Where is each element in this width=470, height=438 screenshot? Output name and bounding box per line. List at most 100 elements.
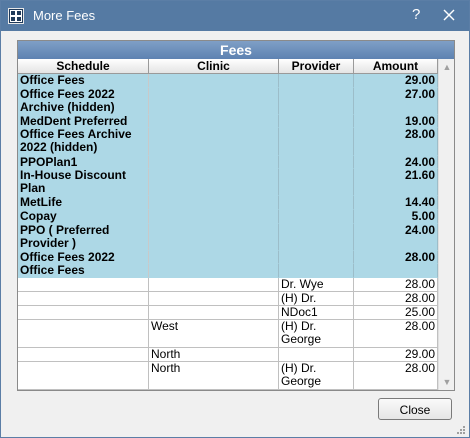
fee-schedule-row[interactable]: Office Fees xyxy=(18,264,438,278)
fee-detail-row[interactable]: West (H) Dr. George 28.00 xyxy=(18,320,438,348)
cell-amount: 28.00 xyxy=(354,128,438,156)
help-button[interactable]: ? xyxy=(412,6,420,23)
cell-amount: 19.00 xyxy=(354,114,438,129)
fee-detail-row[interactable]: (H) Dr. Jones28.00 xyxy=(18,292,438,307)
fees-grid[interactable]: Fees Schedule Clinic Provider Amount Off… xyxy=(17,40,455,391)
cell-schedule: MedDent Preferred xyxy=(18,114,149,129)
cell-amount: 29.00 xyxy=(354,347,438,362)
title-bar[interactable]: More Fees ? xyxy=(1,1,469,31)
cell-provider: Dr. Wye xyxy=(279,277,354,292)
fee-detail-row[interactable]: North 29.00 xyxy=(18,347,438,362)
cell-clinic xyxy=(149,74,279,88)
cell-provider xyxy=(279,114,354,129)
cell-clinic xyxy=(149,169,279,197)
fee-schedule-row[interactable]: MedDent Preferred 19.00 xyxy=(18,114,438,129)
cell-clinic xyxy=(149,306,279,321)
cell-clinic xyxy=(149,87,279,115)
cell-schedule: PPO ( Preferred Provider ) xyxy=(18,223,149,251)
cell-schedule xyxy=(18,292,149,307)
cell-provider xyxy=(279,250,354,265)
cell-amount xyxy=(354,264,438,278)
close-button[interactable]: Close xyxy=(378,398,452,420)
cell-schedule xyxy=(18,277,149,292)
cell-clinic: North xyxy=(149,347,279,362)
scroll-up-arrow-icon[interactable]: ▲ xyxy=(439,59,454,75)
cell-schedule: In-House Discount Plan xyxy=(18,169,149,197)
fee-schedule-row[interactable]: Office Fees Archive 2022 (hidden) 28.00 xyxy=(18,128,438,156)
cell-provider: NDoc1 xyxy=(279,306,354,321)
cell-schedule xyxy=(18,320,149,348)
scroll-down-arrow-icon[interactable]: ▼ xyxy=(439,374,454,390)
cell-clinic xyxy=(149,292,279,307)
cell-schedule xyxy=(18,361,149,390)
fee-schedule-row[interactable]: In-House Discount Plan 21.60 xyxy=(18,169,438,197)
grid-title: Fees xyxy=(18,41,454,59)
cell-provider xyxy=(279,128,354,156)
cell-schedule xyxy=(18,306,149,321)
cell-provider: (H) Dr. George xyxy=(279,320,354,348)
cell-provider xyxy=(279,347,354,362)
column-header-clinic[interactable]: Clinic xyxy=(149,59,279,73)
fee-detail-row[interactable]: Dr. Wye 28.00 xyxy=(18,277,438,292)
cell-amount: 27.00 xyxy=(354,87,438,115)
cell-clinic: North xyxy=(149,361,279,390)
cell-clinic xyxy=(149,277,279,292)
cell-schedule: PPOPlan1 xyxy=(18,155,149,170)
fee-detail-row[interactable]: North (H) Dr. George 28.00 xyxy=(18,361,438,390)
cell-schedule: Office Fees Archive 2022 (hidden) xyxy=(18,128,149,156)
close-icon[interactable] xyxy=(439,5,459,25)
cell-provider xyxy=(279,223,354,251)
cell-amount: 28.00 xyxy=(354,292,438,307)
more-fees-window: More Fees ? Fees Schedule Clinic Provide… xyxy=(0,0,470,438)
column-header-provider[interactable]: Provider xyxy=(279,59,354,73)
cell-amount: 24.00 xyxy=(354,155,438,170)
fee-schedule-row[interactable]: Copay 5.00 xyxy=(18,209,438,224)
fee-schedule-row[interactable]: Office Fees 29.00 xyxy=(18,74,438,88)
vertical-scrollbar[interactable]: ▲ ▼ xyxy=(438,59,454,390)
cell-amount: 28.00 xyxy=(354,361,438,390)
cell-provider xyxy=(279,87,354,115)
window-title: More Fees xyxy=(33,8,96,23)
column-header-schedule[interactable]: Schedule xyxy=(18,59,149,73)
cell-provider xyxy=(279,169,354,197)
cell-schedule: MetLife xyxy=(18,196,149,210)
cell-amount: 28.00 xyxy=(354,277,438,292)
fee-schedule-row[interactable]: MetLife 14.40 xyxy=(18,196,438,210)
fee-detail-row[interactable]: NDoc1 25.00 xyxy=(18,306,438,321)
cell-schedule: Office Fees 2022 Archive (hidden) xyxy=(18,87,149,115)
resize-grip-icon[interactable] xyxy=(456,424,466,434)
cell-clinic xyxy=(149,250,279,265)
cell-schedule: Copay xyxy=(18,209,149,224)
cell-clinic xyxy=(149,223,279,251)
cell-amount: 28.00 xyxy=(354,320,438,348)
column-headers: Schedule Clinic Provider Amount xyxy=(18,59,438,74)
cell-amount: 28.00 xyxy=(354,250,438,265)
cell-clinic xyxy=(149,128,279,156)
cell-schedule xyxy=(18,347,149,362)
column-header-amount[interactable]: Amount xyxy=(354,59,438,73)
cell-provider xyxy=(279,196,354,210)
cell-schedule: Office Fees xyxy=(18,74,149,88)
fee-schedule-row[interactable]: Office Fees 2022 28.00 xyxy=(18,250,438,265)
cell-clinic xyxy=(149,114,279,129)
fee-schedule-row[interactable]: PPO ( Preferred Provider ) 24.00 xyxy=(18,223,438,251)
cell-clinic xyxy=(149,155,279,170)
cell-clinic xyxy=(149,209,279,224)
cell-provider: (H) Dr. George xyxy=(279,361,354,390)
fee-schedule-row[interactable]: PPOPlan1 24.00 xyxy=(18,155,438,170)
cell-provider: (H) Dr. Jones xyxy=(279,292,354,307)
cell-provider xyxy=(279,264,354,278)
cell-amount: 24.00 xyxy=(354,223,438,251)
cell-schedule: Office Fees 2022 xyxy=(18,250,149,265)
fee-schedule-row[interactable]: Office Fees 2022 Archive (hidden) 27.00 xyxy=(18,87,438,115)
cell-clinic: West xyxy=(149,320,279,348)
cell-amount: 25.00 xyxy=(354,306,438,321)
cell-clinic xyxy=(149,196,279,210)
cell-amount: 5.00 xyxy=(354,209,438,224)
cell-amount: 29.00 xyxy=(354,74,438,88)
app-grid-icon xyxy=(8,8,24,24)
cell-amount: 21.60 xyxy=(354,169,438,197)
grid-rows: Office Fees 29.00 Office Fees 2022 Archive… xyxy=(18,74,438,390)
cell-provider xyxy=(279,209,354,224)
cell-schedule: Office Fees xyxy=(18,264,149,278)
